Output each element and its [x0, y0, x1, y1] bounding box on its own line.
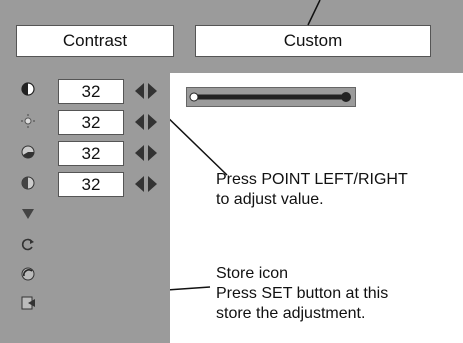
- store-icon[interactable]: [20, 266, 36, 282]
- contrast-value[interactable]: 32: [58, 79, 124, 104]
- left-right-arrows-icon[interactable]: [135, 176, 157, 192]
- contrast-icon[interactable]: [20, 81, 36, 97]
- tint-value[interactable]: 32: [58, 172, 124, 197]
- brightness-value[interactable]: 32: [58, 110, 124, 135]
- tint-icon[interactable]: [20, 175, 36, 191]
- left-right-arrows-icon[interactable]: [135, 114, 157, 130]
- white-balance-icon[interactable]: [20, 206, 36, 222]
- left-right-arrows-icon[interactable]: [135, 145, 157, 161]
- color-value[interactable]: 32: [58, 141, 124, 166]
- adjust-panel: 32 32 32 32: [0, 73, 170, 343]
- brightness-icon[interactable]: [20, 113, 36, 129]
- left-right-arrows-icon[interactable]: [135, 83, 157, 99]
- value-slider[interactable]: [186, 87, 356, 107]
- point-callout: Press POINT LEFT/RIGHT to adjust value.: [216, 171, 408, 208]
- color-icon[interactable]: [20, 144, 36, 160]
- reset-icon[interactable]: [20, 236, 36, 252]
- store-callout: Store icon Press SET button at this stor…: [216, 265, 389, 322]
- quit-icon[interactable]: [20, 295, 36, 311]
